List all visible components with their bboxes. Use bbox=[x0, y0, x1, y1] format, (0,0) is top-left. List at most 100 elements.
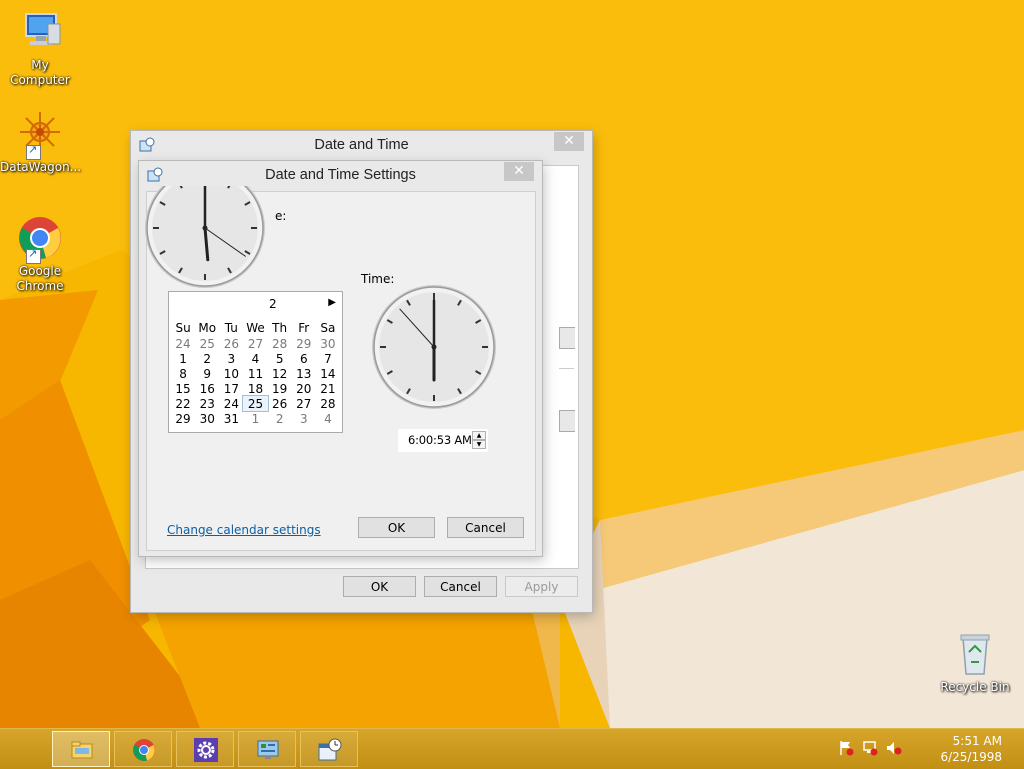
taskbar: 5:51 AM 6/25/1998 bbox=[0, 728, 1024, 769]
calendar-day[interactable]: 3 bbox=[292, 411, 316, 426]
desktop-icon-my-computer[interactable]: My Computer bbox=[0, 8, 80, 88]
weekday-header: Fr bbox=[298, 321, 310, 335]
change-calendar-settings-link[interactable]: Change calendar settings bbox=[167, 523, 321, 537]
desktop-icon-google-chrome[interactable]: Google Chrome bbox=[0, 214, 80, 294]
calendar-day[interactable]: 2 bbox=[195, 351, 219, 366]
calendar-day[interactable]: 11 bbox=[243, 366, 267, 381]
calendar-day[interactable]: 6 bbox=[292, 351, 316, 366]
calendar-month-title[interactable]: 2 bbox=[269, 297, 277, 311]
calendar-week-row: 1234567 bbox=[171, 351, 340, 366]
calendar-day[interactable]: 30 bbox=[195, 411, 219, 426]
calendar-day[interactable]: 24 bbox=[219, 396, 243, 411]
calendar-day[interactable]: 16 bbox=[195, 381, 219, 396]
calendar-day[interactable]: 21 bbox=[316, 381, 340, 396]
action-center-flag-icon[interactable] bbox=[838, 740, 854, 756]
calendar-day[interactable]: 29 bbox=[171, 411, 195, 426]
calendar-day[interactable]: 27 bbox=[292, 396, 316, 411]
inner-dialog-title: Date and Time Settings bbox=[265, 167, 416, 183]
calendar-day[interactable]: 25 bbox=[242, 395, 269, 412]
desktop-icon-label: DataWagon... bbox=[0, 160, 82, 174]
calendar-day[interactable]: 18 bbox=[243, 381, 267, 396]
calendar-day[interactable]: 12 bbox=[268, 366, 292, 381]
taskbar-file-explorer[interactable] bbox=[52, 731, 110, 767]
analog-clock bbox=[371, 284, 497, 410]
network-icon[interactable] bbox=[862, 740, 878, 756]
outer-dialog-title: Date and Time bbox=[314, 137, 409, 153]
time-input[interactable]: 6:00:53 AM bbox=[408, 433, 472, 447]
taskbar-clock-date[interactable]: 6/25/1998 bbox=[940, 750, 1002, 764]
calendar-day[interactable]: 8 bbox=[171, 366, 195, 381]
calendar-day[interactable]: 30 bbox=[316, 336, 340, 351]
calendar-header: 2 ▶ bbox=[169, 297, 342, 315]
chrome-icon bbox=[16, 214, 64, 264]
calendar-day[interactable]: 5 bbox=[268, 351, 292, 366]
taskbar-clock-time[interactable]: 5:51 AM bbox=[953, 734, 1002, 748]
calendar-grid: Su Mo Tu We Th Fr Sa 24 25 26 27 28 29 30 1 2 3 4 5 6 7 8 9 10… bbox=[171, 320, 340, 426]
desktop-icon-datawagon[interactable]: DataWagon... bbox=[0, 110, 82, 175]
date-calendar[interactable]: 2 ▶ Su Mo Tu We Th Fr Sa 24 25 26 27 28 29 30 1 2 3 4 5 6 7… bbox=[168, 291, 343, 433]
calendar-day[interactable]: 27 bbox=[243, 336, 267, 351]
calendar-week-row: 29 30 31 1 2 3 4 bbox=[171, 411, 340, 426]
calendar-week-row: 8 9 10 11 12 13 14 bbox=[171, 366, 340, 381]
calendar-day[interactable]: 23 bbox=[195, 396, 219, 411]
calendar-day[interactable]: 9 bbox=[195, 366, 219, 381]
calendar-day[interactable]: 17 bbox=[219, 381, 243, 396]
outer-apply-button[interactable]: Apply bbox=[505, 576, 578, 597]
calendar-week-row: 24 25 26 27 28 29 30 bbox=[171, 336, 340, 351]
volume-muted-icon[interactable] bbox=[886, 740, 902, 756]
desktop-icon-label: Recycle Bin bbox=[940, 680, 1010, 694]
calendar-day[interactable]: 4 bbox=[316, 411, 340, 426]
calendar-day[interactable]: 3 bbox=[219, 351, 243, 366]
calendar-days: 24 25 26 27 28 29 30 1 2 3 4 5 6 7 8 9 10 11 12 13 14 15 16 17 1… bbox=[171, 336, 340, 426]
shortcut-arrow-icon bbox=[26, 247, 41, 264]
change-time-zone-button-partial[interactable] bbox=[559, 410, 575, 432]
calendar-day[interactable]: 4 bbox=[243, 351, 267, 366]
taskbar-date-and-time[interactable] bbox=[300, 731, 358, 767]
calendar-day[interactable]: 7 bbox=[316, 351, 340, 366]
analog-clock-small bbox=[143, 186, 267, 290]
inner-ok-button[interactable]: OK bbox=[358, 517, 435, 538]
inner-titlebar[interactable]: Date and Time Settings ✕ bbox=[139, 161, 542, 189]
calendar-day[interactable]: 22 bbox=[171, 396, 195, 411]
time-down-arrow-icon[interactable]: ▼ bbox=[472, 440, 486, 449]
calendar-day[interactable]: 10 bbox=[219, 366, 243, 381]
outer-close-button[interactable]: ✕ bbox=[554, 132, 584, 151]
calendar-day[interactable]: 1 bbox=[243, 411, 267, 426]
calendar-day[interactable]: 20 bbox=[292, 381, 316, 396]
taskbar-settings[interactable] bbox=[176, 731, 234, 767]
divider-stub bbox=[559, 368, 574, 369]
gear-icon bbox=[194, 738, 218, 762]
calendar-day[interactable]: 31 bbox=[219, 411, 243, 426]
calendar-day[interactable]: 15 bbox=[171, 381, 195, 396]
calendar-day[interactable]: 19 bbox=[268, 381, 292, 396]
outer-titlebar[interactable]: Date and Time ✕ bbox=[131, 131, 592, 159]
calendar-day[interactable]: 24 bbox=[171, 336, 195, 351]
desktop-icon-recycle-bin[interactable]: Recycle Bin bbox=[935, 630, 1015, 695]
calendar-day[interactable]: 26 bbox=[268, 396, 292, 411]
calendar-day[interactable]: 1 bbox=[171, 351, 195, 366]
next-month-arrow-icon[interactable]: ▶ bbox=[328, 297, 336, 308]
time-up-arrow-icon[interactable]: ▲ bbox=[472, 431, 486, 440]
calendar-day[interactable]: 26 bbox=[219, 336, 243, 351]
inner-close-button[interactable]: ✕ bbox=[504, 162, 534, 181]
calendar-day[interactable]: 28 bbox=[268, 336, 292, 351]
datawagon-icon bbox=[16, 110, 64, 160]
outer-ok-button[interactable]: OK bbox=[343, 576, 416, 597]
calendar-day[interactable]: 14 bbox=[316, 366, 340, 381]
inner-cancel-button[interactable]: Cancel bbox=[447, 517, 524, 538]
calendar-day[interactable]: 2 bbox=[268, 411, 292, 426]
calendar-day[interactable]: 29 bbox=[292, 336, 316, 351]
taskbar-google-chrome[interactable] bbox=[114, 731, 172, 767]
weekday-header: Mo bbox=[198, 321, 217, 335]
chrome-icon bbox=[133, 739, 155, 761]
weekday-row: Su Mo Tu We Th Fr Sa bbox=[171, 320, 340, 336]
outer-cancel-button[interactable]: Cancel bbox=[424, 576, 497, 597]
change-date-time-button-partial[interactable] bbox=[559, 327, 575, 349]
file-explorer-icon bbox=[71, 741, 93, 759]
calendar-day[interactable]: 28 bbox=[316, 396, 340, 411]
calendar-day[interactable]: 13 bbox=[292, 366, 316, 381]
calendar-day[interactable]: 25 bbox=[195, 336, 219, 351]
weekday-header: Th bbox=[272, 321, 288, 335]
time-spinner[interactable]: 6:00:53 AM ▲ ▼ bbox=[398, 429, 488, 452]
taskbar-control-panel[interactable] bbox=[238, 731, 296, 767]
